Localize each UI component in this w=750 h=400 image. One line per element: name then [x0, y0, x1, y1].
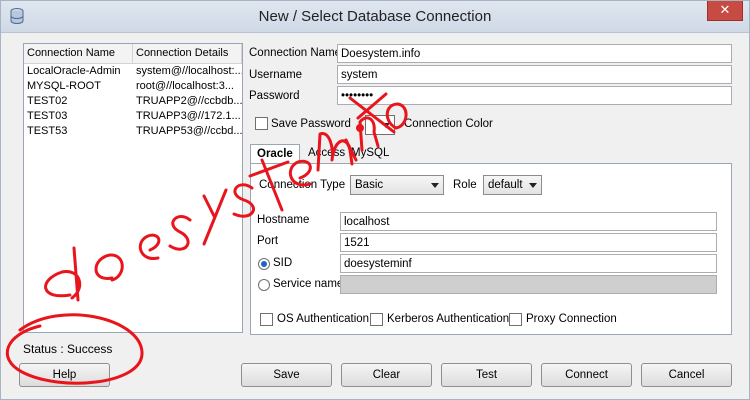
tab-access[interactable]: Access	[302, 144, 352, 163]
connection-name-input[interactable]	[337, 44, 732, 63]
chevron-down-icon	[529, 183, 537, 188]
save-password-label: Save Password	[271, 118, 351, 130]
chevron-down-icon	[431, 183, 439, 188]
chevron-down-icon	[382, 123, 390, 128]
password-label: Password	[249, 90, 300, 102]
close-button[interactable]: ✕	[707, 1, 743, 21]
connection-color-picker[interactable]	[365, 115, 395, 135]
help-button[interactable]: Help	[19, 363, 110, 387]
table-row[interactable]: TEST53 TRUAPP53@//ccbd...	[24, 124, 242, 139]
connection-list[interactable]: Connection Name Connection Details Local…	[23, 43, 243, 333]
connection-type-label: Connection Type	[259, 179, 346, 191]
connect-button[interactable]: Connect	[541, 363, 632, 387]
table-row[interactable]: MYSQL-ROOT root@//localhost:3...	[24, 79, 242, 94]
connection-name-cell: TEST03	[27, 110, 68, 122]
clear-button[interactable]: Clear	[341, 363, 432, 387]
username-input[interactable]	[337, 65, 732, 84]
status-text: Status : Success	[23, 342, 113, 356]
window-title: New / Select Database Connection	[258, 8, 492, 25]
connection-name-cell: MYSQL-ROOT	[27, 80, 101, 92]
cancel-button[interactable]: Cancel	[641, 363, 732, 387]
port-input[interactable]	[340, 233, 717, 252]
column-header-connection-name[interactable]: Connection Name	[24, 44, 133, 63]
connection-type-value: Basic	[355, 179, 384, 191]
save-button[interactable]: Save	[241, 363, 332, 387]
connection-name-cell: LocalOracle-Admin	[27, 65, 121, 77]
connection-details-cell: TRUAPP53@//ccbd...	[136, 125, 242, 137]
tab-oracle[interactable]: Oracle	[250, 144, 300, 164]
connection-name-cell: TEST02	[27, 95, 68, 107]
sid-input[interactable]	[340, 254, 717, 273]
password-input[interactable]	[337, 86, 732, 105]
connection-name-cell: TEST53	[27, 125, 68, 137]
kerberos-authentication-checkbox[interactable]	[370, 313, 383, 326]
save-password-checkbox[interactable]	[255, 117, 268, 130]
os-authentication-checkbox[interactable]	[260, 313, 273, 326]
connection-details-cell: TRUAPP3@//172.1...	[136, 110, 241, 122]
connection-color-label: Connection Color	[404, 118, 493, 130]
kerberos-authentication-label: Kerberos Authentication	[387, 313, 510, 325]
proxy-connection-checkbox[interactable]	[509, 313, 522, 326]
port-label: Port	[257, 235, 279, 247]
connection-list-header: Connection Name Connection Details	[24, 44, 242, 64]
hostname-input[interactable]	[340, 212, 717, 231]
tab-mysql[interactable]: MySQL	[345, 144, 396, 163]
table-row[interactable]: TEST02 TRUAPP2@//ccbdb...	[24, 94, 242, 109]
service-name-input	[340, 275, 717, 294]
role-value: default	[488, 179, 523, 191]
connection-details-cell: system@//localhost:...	[136, 65, 242, 77]
role-select[interactable]: default	[483, 175, 542, 195]
sid-label: SID	[273, 257, 293, 269]
connection-type-select[interactable]: Basic	[350, 175, 444, 195]
dialog-window: New / Select Database Connection ✕ Conne…	[0, 0, 750, 400]
connection-name-label: Connection Name	[249, 47, 342, 59]
proxy-connection-label: Proxy Connection	[526, 313, 617, 325]
role-label: Role	[453, 179, 477, 191]
column-header-connection-details[interactable]: Connection Details	[133, 44, 242, 63]
connection-details-cell: TRUAPP2@//ccbdb...	[136, 95, 242, 107]
sid-radio[interactable]	[258, 258, 270, 270]
os-authentication-label: OS Authentication	[277, 313, 370, 325]
test-button[interactable]: Test	[441, 363, 532, 387]
service-name-radio[interactable]	[258, 279, 270, 291]
connection-details-cell: root@//localhost:3...	[136, 80, 234, 92]
title-bar[interactable]: New / Select Database Connection ✕	[1, 1, 749, 33]
table-row[interactable]: LocalOracle-Admin system@//localhost:...	[24, 64, 242, 79]
service-name-label: Service name	[273, 278, 344, 290]
close-icon: ✕	[719, 2, 731, 17]
table-row[interactable]: TEST03 TRUAPP3@//172.1...	[24, 109, 242, 124]
username-label: Username	[249, 69, 303, 81]
hostname-label: Hostname	[257, 214, 310, 226]
